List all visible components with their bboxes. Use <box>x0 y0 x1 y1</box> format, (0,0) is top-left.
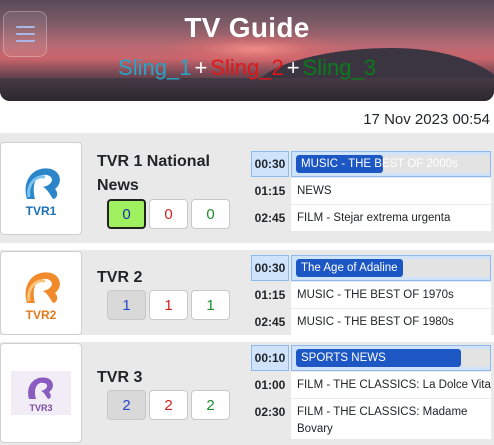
schedule-item[interactable]: 01:15 MUSIC - THE BEST OF 1970s <box>251 282 491 308</box>
sling-1-count-button[interactable]: 1 <box>107 290 146 320</box>
plus-separator: + <box>286 55 300 80</box>
channel-schedule: 00:30 MUSIC - THE BEST OF 2000s 01:15 NE… <box>251 151 491 231</box>
logo-text: TVR3 <box>29 403 52 413</box>
now-playing-title: SPORTS NEWS <box>301 352 386 364</box>
sling-2-count-button[interactable]: 0 <box>149 199 188 229</box>
channel-name: TVR 1 National News <box>97 153 210 194</box>
header-banner: TV Guide Sling_1 + Sling_2 + Sling_3 <box>0 0 494 101</box>
row-divider <box>0 335 494 342</box>
schedule-time: 01:00 <box>251 372 289 398</box>
schedule-time: 00:30 <box>251 151 289 177</box>
sling-3-count-button[interactable]: 0 <box>191 199 230 229</box>
schedule-item[interactable]: 01:15 NEWS <box>251 178 491 204</box>
row-divider <box>0 243 494 250</box>
shoreline <box>0 78 494 101</box>
sling-3-link[interactable]: Sling_3 <box>303 55 376 80</box>
page-title: TV Guide <box>184 12 310 43</box>
channel-row-tvr2: TVR2 TVR 2 1 1 1 00:30 The Age of Adalin… <box>0 250 494 335</box>
schedule-title: SPORTS NEWS <box>291 345 491 371</box>
progress-bar: MUSIC - THE BEST OF 2000s <box>296 155 490 173</box>
schedule-item[interactable]: 02:45 FILM - Stejar extrema urgenta <box>251 205 491 231</box>
schedule-item[interactable]: 01:00 FILM - THE CLASSICS: La Dolce Vita <box>251 372 491 398</box>
schedule-time: 02:30 <box>251 399 289 439</box>
channel-schedule: 00:10 SPORTS NEWS 01:00 FILM - THE CLASS… <box>251 345 491 439</box>
now-playing-title: MUSIC - THE BEST OF 2000s <box>301 158 458 170</box>
schedule-time: 01:15 <box>251 178 289 204</box>
plus-separator: + <box>194 55 208 80</box>
channel-logo-tvr3[interactable]: TVR3 <box>0 343 82 443</box>
sling-1-link[interactable]: Sling_1 <box>118 55 191 80</box>
sling-2-link[interactable]: Sling_2 <box>210 55 283 80</box>
schedule-time: 02:45 <box>251 205 289 231</box>
schedule-title: MUSIC - THE BEST OF 1970s <box>291 282 491 308</box>
schedule-time: 00:10 <box>251 345 289 371</box>
schedule-item-now[interactable]: 00:30 MUSIC - THE BEST OF 2000s <box>251 151 491 177</box>
schedule-title: MUSIC - THE BEST OF 2000s <box>291 151 491 177</box>
tvr1-logo-icon: TVR1 <box>25 167 60 218</box>
schedule-item-now[interactable]: 00:10 SPORTS NEWS <box>251 345 491 371</box>
sling-1-count-button[interactable]: 0 <box>107 199 146 229</box>
sling-1-count-button[interactable]: 2 <box>107 390 146 420</box>
channel-logo-tvr2[interactable]: TVR2 <box>0 251 82 335</box>
schedule-title: FILM - Stejar extrema urgenta <box>291 205 491 231</box>
schedule-item[interactable]: 02:45 MUSIC - THE BEST OF 1980s <box>251 309 491 335</box>
tvr2-logo-icon: TVR2 <box>25 272 60 322</box>
channel-row-tvr1: TVR1 TVR 1 National News 0 0 0 00:30 MUS… <box>0 133 494 243</box>
logo-text: TVR1 <box>26 204 57 218</box>
progress-bar: The Age of Adaline <box>296 259 490 277</box>
progress-bar: SPORTS NEWS <box>296 349 490 367</box>
current-datetime: 17 Nov 2023 00:54 <box>363 111 490 128</box>
schedule-title: FILM - THE CLASSICS: La Dolce Vita <box>291 372 491 398</box>
sling-3-count-button[interactable]: 2 <box>191 390 230 420</box>
schedule-time: 00:30 <box>251 255 289 281</box>
schedule-time: 02:45 <box>251 309 289 335</box>
schedule-title: NEWS <box>291 178 491 204</box>
schedule-time: 01:15 <box>251 282 289 308</box>
schedule-item[interactable]: 02:30 FILM - THE CLASSICS: Madame Bovary <box>251 399 491 439</box>
sling-links: Sling_1 + Sling_2 + Sling_3 <box>0 55 494 81</box>
schedule-item-now[interactable]: 00:30 The Age of Adaline <box>251 255 491 281</box>
sling-2-count-button[interactable]: 2 <box>149 390 188 420</box>
schedule-title: FILM - THE CLASSICS: Madame Bovary <box>291 399 491 439</box>
tvr3-logo-icon: TVR3 <box>11 371 71 415</box>
channel-name: TVR 2 <box>97 269 143 286</box>
schedule-title: MUSIC - THE BEST OF 1980s <box>291 309 491 335</box>
schedule-title: The Age of Adaline <box>291 255 491 281</box>
channel-row-tvr3: TVR3 TVR 3 2 2 2 00:10 SPORTS NEWS 01:00… <box>0 342 494 445</box>
channel-name: TVR 3 <box>97 369 143 386</box>
logo-text: TVR2 <box>26 308 57 322</box>
channel-logo-tvr1[interactable]: TVR1 <box>0 142 82 235</box>
sling-2-count-button[interactable]: 1 <box>149 290 188 320</box>
channel-schedule: 00:30 The Age of Adaline 01:15 MUSIC - T… <box>251 255 491 335</box>
now-playing-title: The Age of Adaline <box>301 262 398 274</box>
sling-3-count-button[interactable]: 1 <box>191 290 230 320</box>
